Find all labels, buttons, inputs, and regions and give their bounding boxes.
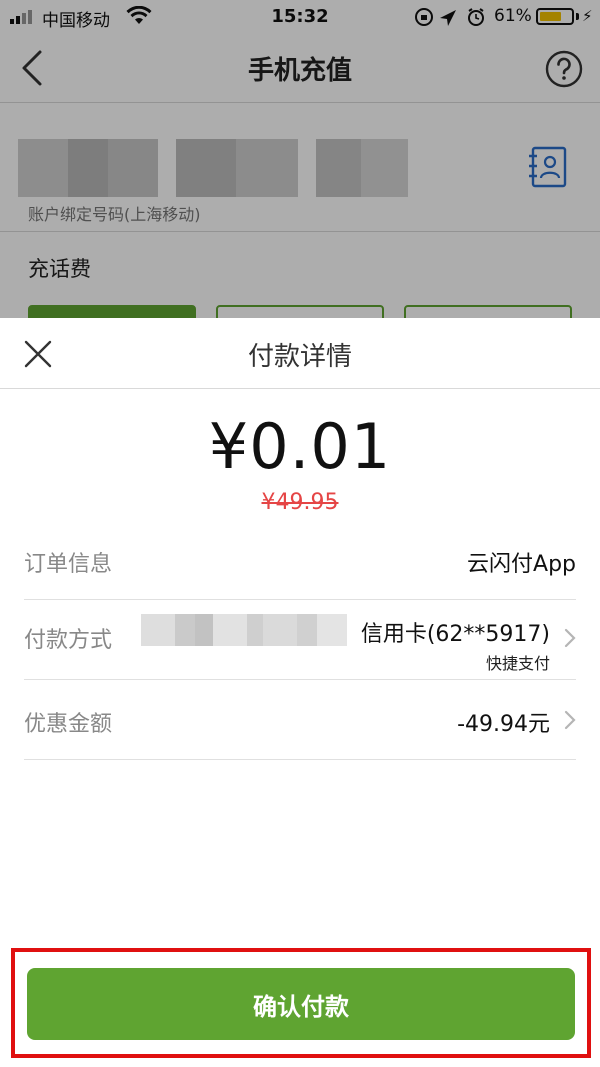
confirm-highlight-box: 确认付款: [11, 948, 591, 1058]
order-info-row: 订单信息 云闪付App: [24, 520, 576, 600]
payment-method-row[interactable]: 付款方式 信用卡(62**5917) 快捷支付: [24, 600, 576, 680]
chevron-right-icon: [564, 628, 576, 648]
masked-bank-name: [141, 614, 347, 646]
sheet-title: 付款详情: [247, 342, 352, 372]
discount-value: -49.94元: [457, 712, 550, 737]
order-info-value: 云闪付App: [467, 552, 576, 577]
payment-method-sub: 快捷支付: [485, 654, 550, 673]
order-info-label: 订单信息: [24, 552, 113, 577]
payment-method-value: 信用卡(62**5917): [360, 622, 550, 647]
payment-detail-sheet: 付款详情 ¥0.01 ¥49.95 订单信息 云闪付App 付款方式 信用卡(6…: [0, 318, 600, 1067]
discount-label: 优惠金额: [24, 712, 113, 737]
confirm-payment-button[interactable]: 确认付款: [27, 968, 575, 1040]
modal-backdrop[interactable]: [0, 0, 600, 318]
discount-row[interactable]: 优惠金额 -49.94元: [24, 680, 576, 760]
chevron-right-icon: [564, 710, 576, 730]
payment-method-label: 付款方式: [24, 628, 113, 653]
original-price: ¥49.95: [261, 490, 339, 515]
sheet-header: 付款详情: [0, 318, 600, 389]
payment-amount: ¥0.01: [208, 410, 392, 483]
